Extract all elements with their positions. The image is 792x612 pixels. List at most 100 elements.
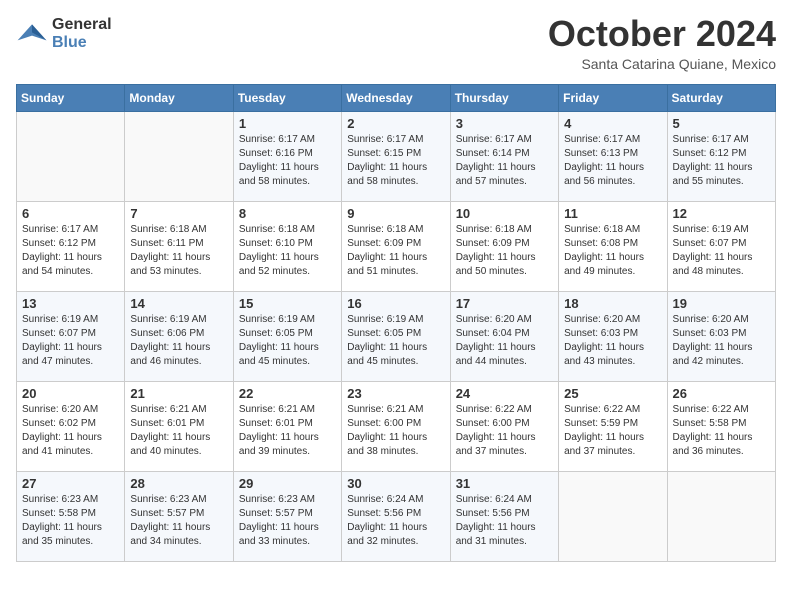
cell-details: Sunrise: 6:22 AM Sunset: 5:59 PM Dayligh… — [564, 403, 661, 459]
calendar-cell — [667, 472, 775, 562]
cell-details: Sunrise: 6:17 AM Sunset: 6:12 PM Dayligh… — [673, 133, 770, 189]
calendar-cell: 22 Sunrise: 6:21 AM Sunset: 6:01 PM Dayli… — [233, 382, 341, 472]
cell-details: Sunrise: 6:21 AM Sunset: 6:01 PM Dayligh… — [130, 403, 227, 459]
calendar-cell: 31 Sunrise: 6:24 AM Sunset: 5:56 PM Dayli… — [450, 472, 558, 562]
cell-details: Sunrise: 6:24 AM Sunset: 5:56 PM Dayligh… — [456, 493, 553, 549]
weekday-header: Saturday — [667, 85, 775, 112]
cell-details: Sunrise: 6:22 AM Sunset: 5:58 PM Dayligh… — [673, 403, 770, 459]
cell-details: Sunrise: 6:20 AM Sunset: 6:04 PM Dayligh… — [456, 313, 553, 369]
day-number: 21 — [130, 386, 227, 401]
cell-details: Sunrise: 6:19 AM Sunset: 6:05 PM Dayligh… — [239, 313, 336, 369]
calendar-cell: 17 Sunrise: 6:20 AM Sunset: 6:04 PM Dayli… — [450, 292, 558, 382]
calendar-cell: 27 Sunrise: 6:23 AM Sunset: 5:58 PM Dayli… — [17, 472, 125, 562]
location: Santa Catarina Quiane, Mexico — [548, 56, 776, 72]
day-number: 12 — [673, 206, 770, 221]
calendar-header: SundayMondayTuesdayWednesdayThursdayFrid… — [17, 85, 776, 112]
calendar-cell: 7 Sunrise: 6:18 AM Sunset: 6:11 PM Daylig… — [125, 202, 233, 292]
calendar-cell: 5 Sunrise: 6:17 AM Sunset: 6:12 PM Daylig… — [667, 112, 775, 202]
page-header: General Blue October 2024 Santa Catarina… — [16, 16, 776, 72]
calendar-cell: 28 Sunrise: 6:23 AM Sunset: 5:57 PM Dayli… — [125, 472, 233, 562]
cell-details: Sunrise: 6:21 AM Sunset: 6:00 PM Dayligh… — [347, 403, 444, 459]
calendar-week-row: 1 Sunrise: 6:17 AM Sunset: 6:16 PM Daylig… — [17, 112, 776, 202]
weekday-header: Tuesday — [233, 85, 341, 112]
day-number: 4 — [564, 116, 661, 131]
calendar-table: SundayMondayTuesdayWednesdayThursdayFrid… — [16, 84, 776, 562]
day-number: 23 — [347, 386, 444, 401]
day-number: 27 — [22, 476, 119, 491]
cell-details: Sunrise: 6:18 AM Sunset: 6:10 PM Dayligh… — [239, 223, 336, 279]
calendar-cell: 10Sunrise: 6:18 AM Sunset: 6:09 PM Dayli… — [450, 202, 558, 292]
day-number: 11 — [564, 206, 661, 221]
cell-details: Sunrise: 6:20 AM Sunset: 6:02 PM Dayligh… — [22, 403, 119, 459]
day-number: 9 — [347, 206, 444, 221]
cell-details: Sunrise: 6:24 AM Sunset: 5:56 PM Dayligh… — [347, 493, 444, 549]
calendar-cell: 4 Sunrise: 6:17 AM Sunset: 6:13 PM Daylig… — [559, 112, 667, 202]
cell-details: Sunrise: 6:17 AM Sunset: 6:13 PM Dayligh… — [564, 133, 661, 189]
title-block: October 2024 Santa Catarina Quiane, Mexi… — [548, 16, 776, 72]
calendar-cell — [17, 112, 125, 202]
weekday-header: Wednesday — [342, 85, 450, 112]
day-number: 28 — [130, 476, 227, 491]
day-number: 14 — [130, 296, 227, 311]
day-number: 3 — [456, 116, 553, 131]
calendar-cell: 15 Sunrise: 6:19 AM Sunset: 6:05 PM Dayli… — [233, 292, 341, 382]
cell-details: Sunrise: 6:22 AM Sunset: 6:00 PM Dayligh… — [456, 403, 553, 459]
day-number: 2 — [347, 116, 444, 131]
day-number: 20 — [22, 386, 119, 401]
day-number: 18 — [564, 296, 661, 311]
day-number: 8 — [239, 206, 336, 221]
cell-details: Sunrise: 6:23 AM Sunset: 5:57 PM Dayligh… — [130, 493, 227, 549]
cell-details: Sunrise: 6:18 AM Sunset: 6:09 PM Dayligh… — [456, 223, 553, 279]
calendar-cell: 30 Sunrise: 6:24 AM Sunset: 5:56 PM Dayli… — [342, 472, 450, 562]
day-number: 31 — [456, 476, 553, 491]
cell-details: Sunrise: 6:19 AM Sunset: 6:06 PM Dayligh… — [130, 313, 227, 369]
calendar-cell: 6 Sunrise: 6:17 AM Sunset: 6:12 PM Daylig… — [17, 202, 125, 292]
calendar-cell: 2 Sunrise: 6:17 AM Sunset: 6:15 PM Daylig… — [342, 112, 450, 202]
calendar-cell: 9 Sunrise: 6:18 AM Sunset: 6:09 PM Daylig… — [342, 202, 450, 292]
day-number: 19 — [673, 296, 770, 311]
calendar-cell: 8 Sunrise: 6:18 AM Sunset: 6:10 PM Daylig… — [233, 202, 341, 292]
calendar-cell: 19 Sunrise: 6:20 AM Sunset: 6:03 PM Dayli… — [667, 292, 775, 382]
cell-details: Sunrise: 6:17 AM Sunset: 6:16 PM Dayligh… — [239, 133, 336, 189]
day-number: 22 — [239, 386, 336, 401]
calendar-week-row: 6 Sunrise: 6:17 AM Sunset: 6:12 PM Daylig… — [17, 202, 776, 292]
cell-details: Sunrise: 6:23 AM Sunset: 5:58 PM Dayligh… — [22, 493, 119, 549]
calendar-cell: 26 Sunrise: 6:22 AM Sunset: 5:58 PM Dayli… — [667, 382, 775, 472]
day-number: 5 — [673, 116, 770, 131]
cell-details: Sunrise: 6:19 AM Sunset: 6:07 PM Dayligh… — [22, 313, 119, 369]
cell-details: Sunrise: 6:18 AM Sunset: 6:09 PM Dayligh… — [347, 223, 444, 279]
calendar-cell: 3Sunrise: 6:17 AM Sunset: 6:14 PM Daylig… — [450, 112, 558, 202]
cell-details: Sunrise: 6:18 AM Sunset: 6:11 PM Dayligh… — [130, 223, 227, 279]
calendar-cell: 24Sunrise: 6:22 AM Sunset: 6:00 PM Dayli… — [450, 382, 558, 472]
calendar-cell: 12 Sunrise: 6:19 AM Sunset: 6:07 PM Dayli… — [667, 202, 775, 292]
day-number: 25 — [564, 386, 661, 401]
calendar-cell: 29Sunrise: 6:23 AM Sunset: 5:57 PM Dayli… — [233, 472, 341, 562]
day-number: 6 — [22, 206, 119, 221]
calendar-cell: 18 Sunrise: 6:20 AM Sunset: 6:03 PM Dayli… — [559, 292, 667, 382]
calendar-body: 1 Sunrise: 6:17 AM Sunset: 6:16 PM Daylig… — [17, 112, 776, 562]
day-number: 17 — [456, 296, 553, 311]
calendar-cell: 1 Sunrise: 6:17 AM Sunset: 6:16 PM Daylig… — [233, 112, 341, 202]
day-number: 26 — [673, 386, 770, 401]
logo-text: General Blue — [52, 16, 112, 52]
cell-details: Sunrise: 6:17 AM Sunset: 6:15 PM Dayligh… — [347, 133, 444, 189]
calendar-cell: 25 Sunrise: 6:22 AM Sunset: 5:59 PM Dayli… — [559, 382, 667, 472]
day-number: 13 — [22, 296, 119, 311]
day-number: 1 — [239, 116, 336, 131]
day-number: 30 — [347, 476, 444, 491]
cell-details: Sunrise: 6:19 AM Sunset: 6:07 PM Dayligh… — [673, 223, 770, 279]
logo-icon — [16, 18, 48, 50]
cell-details: Sunrise: 6:18 AM Sunset: 6:08 PM Dayligh… — [564, 223, 661, 279]
cell-details: Sunrise: 6:20 AM Sunset: 6:03 PM Dayligh… — [673, 313, 770, 369]
cell-details: Sunrise: 6:20 AM Sunset: 6:03 PM Dayligh… — [564, 313, 661, 369]
calendar-cell — [559, 472, 667, 562]
weekday-header: Sunday — [17, 85, 125, 112]
cell-details: Sunrise: 6:23 AM Sunset: 5:57 PM Dayligh… — [239, 493, 336, 549]
weekday-header: Thursday — [450, 85, 558, 112]
day-number: 7 — [130, 206, 227, 221]
calendar-cell: 14 Sunrise: 6:19 AM Sunset: 6:06 PM Dayli… — [125, 292, 233, 382]
cell-details: Sunrise: 6:21 AM Sunset: 6:01 PM Dayligh… — [239, 403, 336, 459]
weekday-header: Monday — [125, 85, 233, 112]
day-number: 15 — [239, 296, 336, 311]
cell-details: Sunrise: 6:17 AM Sunset: 6:12 PM Dayligh… — [22, 223, 119, 279]
